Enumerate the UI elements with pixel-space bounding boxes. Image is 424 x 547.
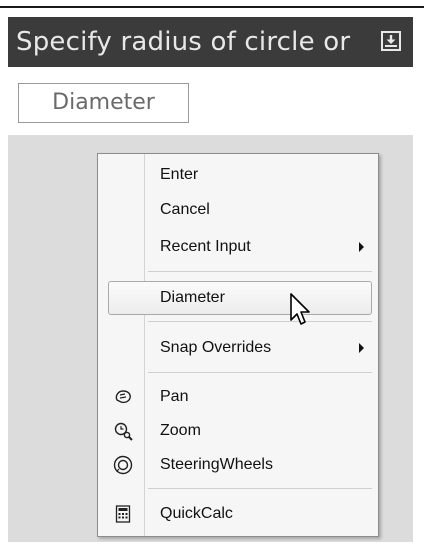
menu-item-label: Pan [160,388,189,405]
menu-item-enter[interactable]: Enter [98,158,378,192]
menu-item-label: Recent Input [160,238,251,255]
menu-item-zoom[interactable]: Zoom [98,414,378,448]
command-prompt: Specify radius of circle or [8,17,413,67]
calculator-icon [115,505,131,523]
menu-item-label: Zoom [160,422,201,439]
mouse-cursor-icon [290,293,310,325]
submenu-arrow-icon [359,343,364,353]
menu-separator [148,372,372,373]
menu-item-cancel[interactable]: Cancel [98,193,378,227]
menu-item-label: Enter [160,166,199,183]
diameter-option-label: Diameter [52,90,155,115]
context-menu: Enter Cancel Recent Input Diameter Snap … [97,153,379,537]
top-divider [0,6,424,8]
submenu-arrow-icon [359,242,364,252]
menu-item-steeringwheels[interactable]: SteeringWheels [98,448,378,482]
zoom-magnifier-icon [114,422,133,441]
menu-item-diameter[interactable]: Diameter [98,281,378,315]
menu-item-quickcalc[interactable]: QuickCalc [98,497,378,531]
prompt-text: Specify radius of circle or [16,27,351,57]
download-arrow-icon[interactable] [381,31,401,51]
menu-item-label: Diameter [160,289,225,306]
menu-item-recent-input[interactable]: Recent Input [98,230,378,264]
menu-item-label: Snap Overrides [160,339,272,356]
menu-separator [148,321,372,322]
steering-wheel-icon [113,455,133,475]
menu-item-pan[interactable]: Pan [98,380,378,414]
menu-item-label: SteeringWheels [160,456,273,473]
menu-highlight [108,281,372,315]
diameter-option-button[interactable]: Diameter [18,83,189,123]
menu-item-label: QuickCalc [160,505,233,522]
menu-separator [148,271,372,272]
pan-hand-icon [115,390,131,404]
menu-separator [148,488,372,489]
menu-item-snap-overrides[interactable]: Snap Overrides [98,331,378,365]
menu-item-label: Cancel [160,201,210,218]
